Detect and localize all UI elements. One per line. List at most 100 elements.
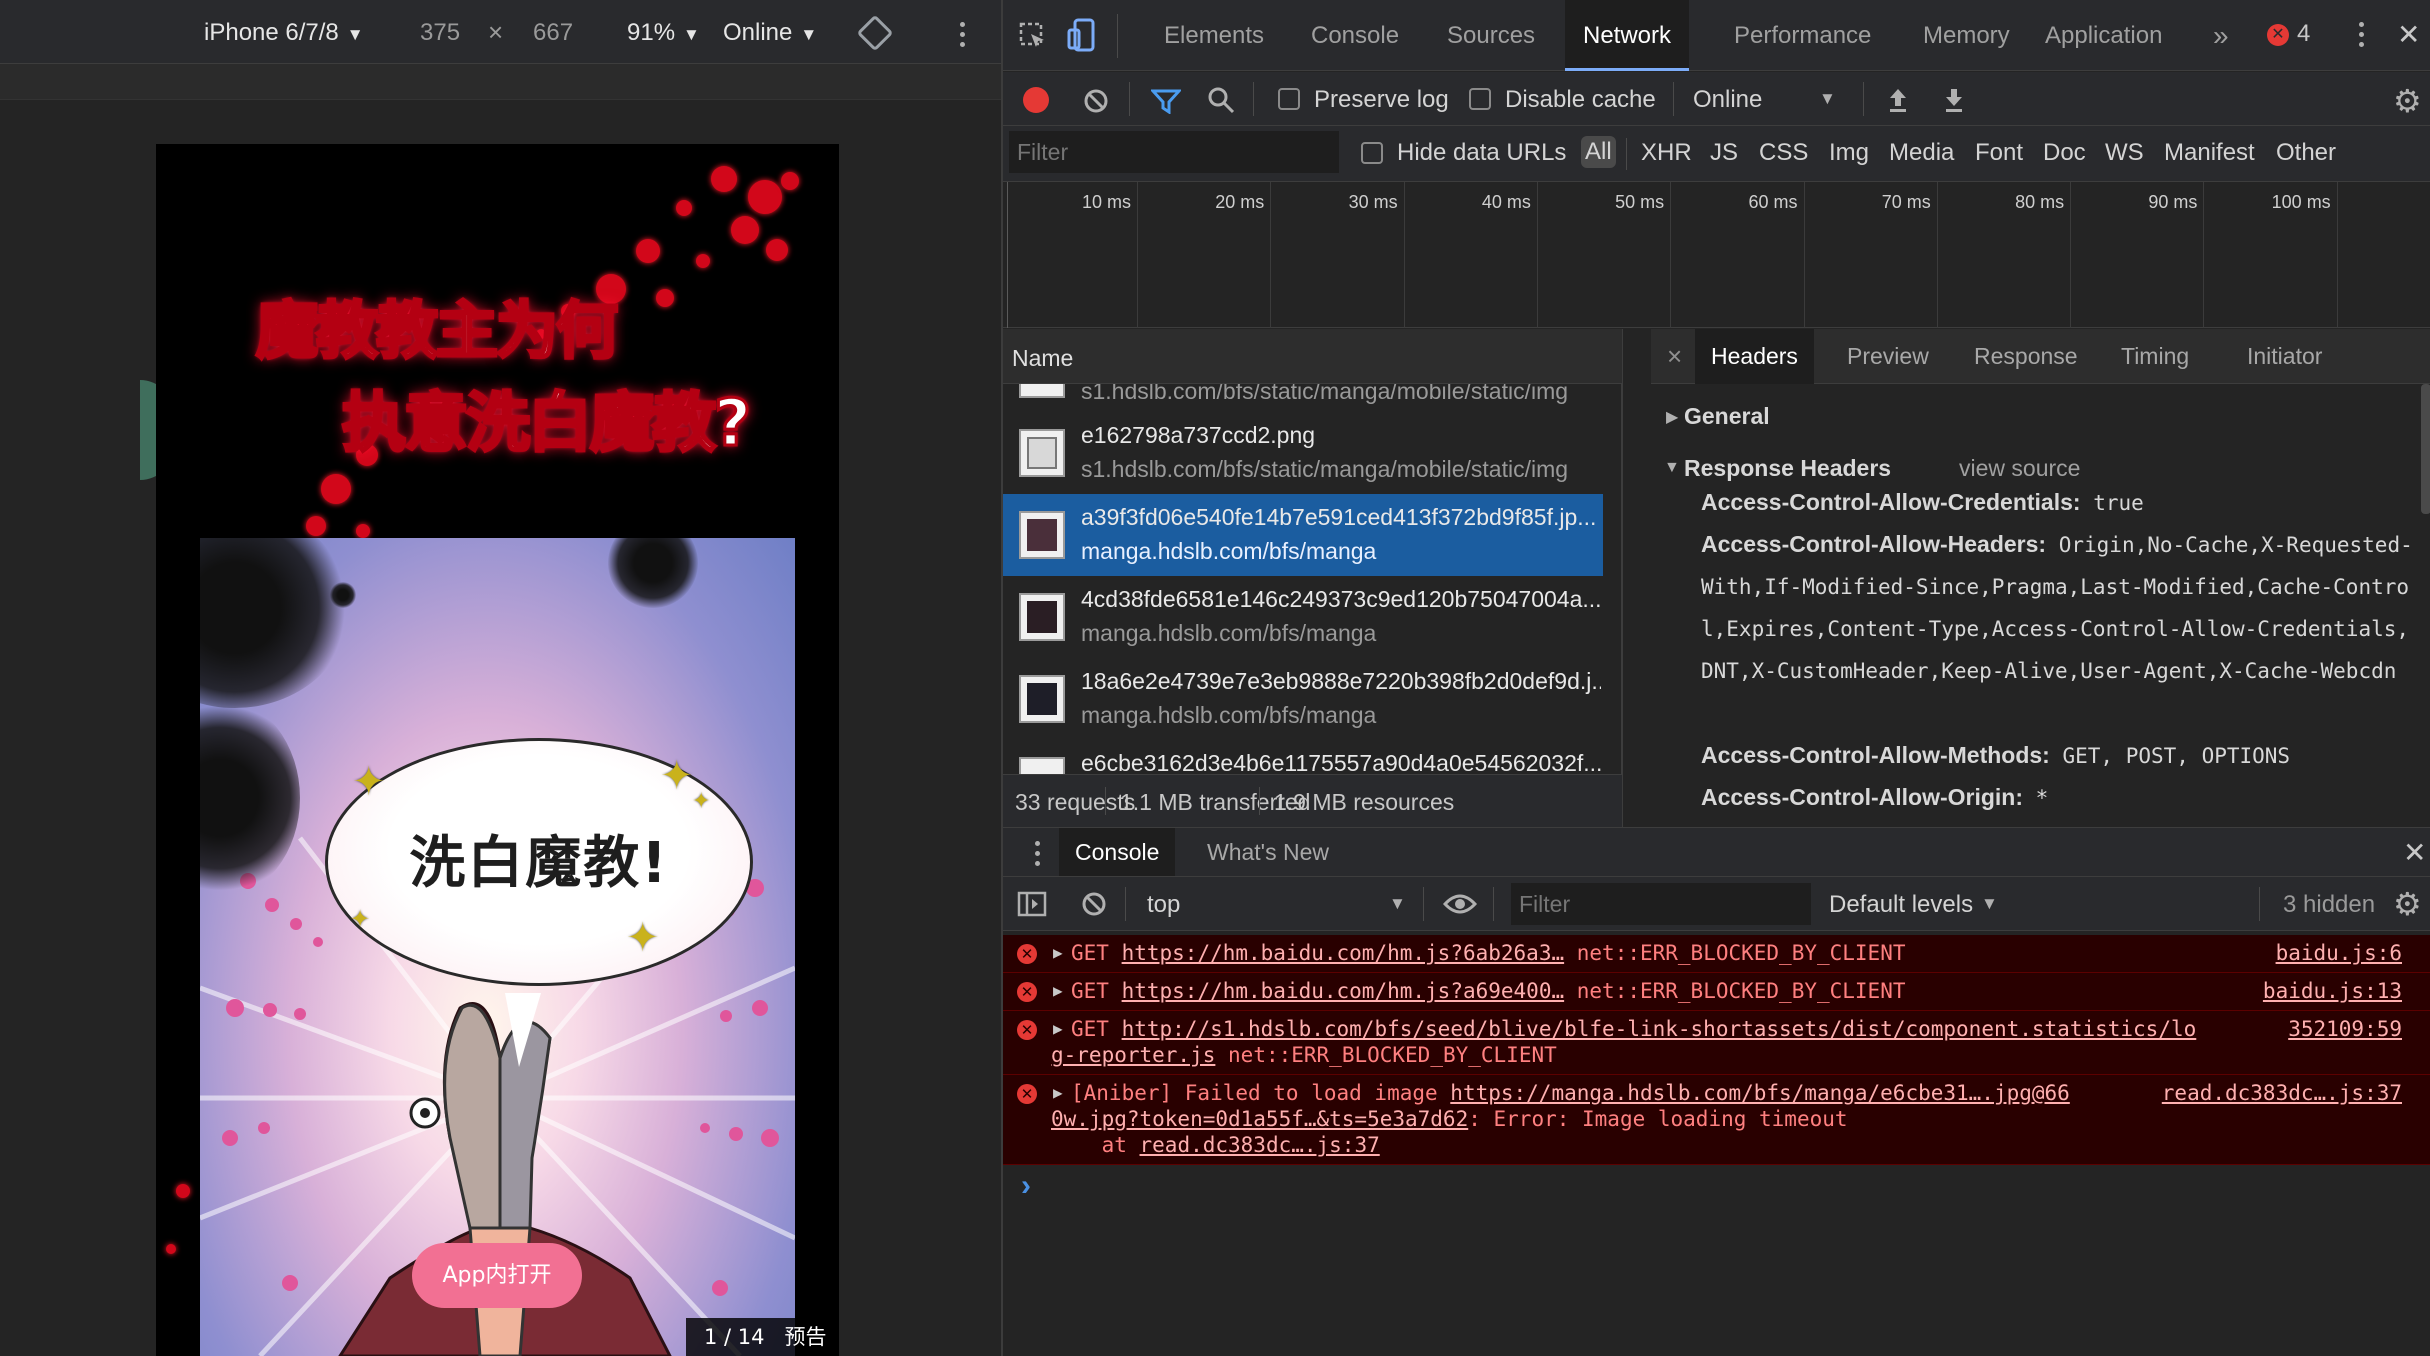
expand-triangle-icon[interactable]: ▶ <box>1053 1019 1063 1038</box>
tab-network[interactable]: Network <box>1565 0 1690 71</box>
request-row[interactable]: 18a6e2e4739e7e3eb9888e7220b398fb2d0def9d… <box>1003 658 1603 740</box>
context-select[interactable]: top <box>1147 891 1180 919</box>
drawer-menu-icon[interactable] <box>1035 841 1041 871</box>
filter-type-css[interactable]: CSS <box>1759 139 1808 167</box>
filter-type-ws[interactable]: WS <box>2105 139 2144 167</box>
request-row-selected[interactable]: a39f3fd06e540fe14b7e591ced413f372bd9f85f… <box>1003 494 1603 576</box>
request-list-scrollbar[interactable] <box>1621 384 1622 774</box>
separator <box>1863 82 1864 116</box>
console-error-message[interactable]: ✕ ▶ GET https://hm.baidu.com/hm.js?6ab26… <box>1003 935 2430 973</box>
tab-response[interactable]: Response <box>1958 329 2094 384</box>
tab-initiator[interactable]: Initiator <box>2231 329 2338 384</box>
clear-console-icon[interactable] <box>1081 891 1107 917</box>
more-options-icon[interactable] <box>960 22 966 52</box>
drawer-tab-whats-new[interactable]: What's New <box>1191 828 1345 876</box>
filter-type-doc[interactable]: Doc <box>2043 139 2086 167</box>
message-url-link[interactable]: https://manga.hdslb.com/bfs/manga/e6cbe3… <box>1450 1081 2070 1105</box>
show-sidebar-icon[interactable] <box>1017 891 1047 917</box>
width-input[interactable]: 375 <box>420 19 460 47</box>
filter-type-img[interactable]: Img <box>1829 139 1869 167</box>
filter-type-xhr[interactable]: XHR <box>1641 139 1692 167</box>
stack-source-link[interactable]: read.dc383dc….js:37 <box>1140 1133 1380 1157</box>
filter-type-media[interactable]: Media <box>1889 139 1954 167</box>
tab-sources[interactable]: Sources <box>1429 0 1553 71</box>
tab-console[interactable]: Console <box>1293 0 1417 71</box>
preserve-log-checkbox[interactable] <box>1278 88 1300 110</box>
live-expression-eye-icon[interactable] <box>1443 894 1477 914</box>
view-source-link[interactable]: view source <box>1959 455 2080 482</box>
device-toolbar-icon[interactable] <box>1067 18 1097 52</box>
close-drawer-icon[interactable]: ✕ <box>2403 836 2426 869</box>
collapse-triangle-icon[interactable]: ▼ <box>1664 459 1680 477</box>
message-url-link[interactable]: 0w.jpg?token=0d1a55f…&ts=5e3a7d62 <box>1051 1107 1468 1131</box>
tab-headers[interactable]: Headers <box>1695 329 1814 384</box>
message-source-link[interactable]: baidu.js:13 <box>2263 978 2402 1004</box>
request-row-partial[interactable]: s1.hdslb.com/bfs/static/manga/mobile/sta… <box>1003 384 1603 412</box>
message-source-link[interactable]: 352109:59 <box>2288 1016 2402 1042</box>
open-in-app-button[interactable]: App内打开 <box>412 1243 582 1308</box>
search-icon[interactable] <box>1207 86 1235 114</box>
network-settings-gear-icon[interactable]: ⚙ <box>2393 82 2422 120</box>
console-error-message[interactable]: ✕ ▶ GET http://s1.hdslb.com/bfs/seed/bli… <box>1003 1011 2430 1075</box>
hide-data-urls-checkbox[interactable] <box>1361 142 1383 164</box>
request-row[interactable]: e162798a737ccd2.png s1.hdslb.com/bfs/sta… <box>1003 412 1603 494</box>
tab-application[interactable]: Application <box>2027 0 2180 71</box>
message-url-link[interactable]: https://hm.baidu.com/hm.js?6ab26a3… <box>1122 941 1565 965</box>
expand-triangle-icon[interactable]: ▶ <box>1666 407 1678 427</box>
expand-triangle-icon[interactable]: ▶ <box>1053 943 1063 962</box>
customize-devtools-icon[interactable] <box>2359 22 2365 52</box>
console-filter-input[interactable] <box>1511 883 1811 925</box>
export-har-icon[interactable] <box>1943 86 1965 114</box>
tab-preview[interactable]: Preview <box>1831 329 1945 384</box>
error-icon: ✕ <box>1017 982 1037 1002</box>
tab-elements[interactable]: Elements <box>1146 0 1282 71</box>
response-headers-section[interactable]: Response Headers <box>1684 455 1891 482</box>
message-url-link[interactable]: g-reporter.js <box>1051 1043 1215 1067</box>
error-count[interactable]: 4 <box>2297 20 2310 48</box>
device-select[interactable]: iPhone 6/7/8 ▼ <box>204 19 364 47</box>
console-error-message[interactable]: ✕ ▶ GET https://hm.baidu.com/hm.js?a69e4… <box>1003 973 2430 1011</box>
filter-type-font[interactable]: Font <box>1975 139 2023 167</box>
name-column-header[interactable]: Name <box>1003 329 1622 384</box>
inspect-element-icon[interactable] <box>1019 22 1047 50</box>
clear-icon[interactable] <box>1083 88 1109 114</box>
record-icon[interactable] <box>1023 87 1049 113</box>
filter-type-all[interactable]: All <box>1581 136 1616 168</box>
tab-timing[interactable]: Timing <box>2105 329 2205 384</box>
network-filter-input[interactable] <box>1009 131 1339 173</box>
request-row-partial[interactable]: e6cbe3162d3e4b6e1175557a90d4a0e54562032f… <box>1003 740 1603 774</box>
general-section[interactable]: General <box>1684 403 1770 430</box>
console-prompt-icon[interactable]: › <box>1021 1169 1031 1203</box>
message-url-link[interactable]: http://s1.hdslb.com/bfs/seed/blive/blfe-… <box>1122 1017 2197 1041</box>
caret-down-icon[interactable]: ▼ <box>1981 894 1998 914</box>
more-tabs-icon[interactable]: » <box>2195 0 2247 71</box>
filter-type-manifest[interactable]: Manifest <box>2164 139 2255 167</box>
caret-down-icon[interactable]: ▼ <box>1819 89 1836 109</box>
close-detail-icon[interactable]: × <box>1651 329 1698 384</box>
drawer-tab-console[interactable]: Console <box>1059 828 1176 876</box>
message-url-link[interactable]: https://hm.baidu.com/hm.js?a69e400… <box>1122 979 1565 1003</box>
detail-scrollbar[interactable] <box>2421 384 2430 514</box>
rotate-icon[interactable] <box>856 14 894 52</box>
tab-performance[interactable]: Performance <box>1716 0 1889 71</box>
message-source-link[interactable]: read.dc383dc….js:37 <box>2162 1080 2402 1106</box>
console-settings-gear-icon[interactable]: ⚙ <box>2393 885 2422 923</box>
message-source-link[interactable]: baidu.js:6 <box>2276 940 2402 966</box>
console-error-message[interactable]: ✕ ▶ [Aniber] Failed to load image https:… <box>1003 1075 2430 1165</box>
filter-type-js[interactable]: JS <box>1710 139 1738 167</box>
height-input[interactable]: 667 <box>533 19 573 47</box>
expand-triangle-icon[interactable]: ▶ <box>1053 1083 1063 1102</box>
caret-down-icon[interactable]: ▼ <box>1389 894 1406 914</box>
import-har-icon[interactable] <box>1887 86 1909 114</box>
throttle-select[interactable]: Online <box>1693 86 1762 114</box>
zoom-select[interactable]: 91% ▼ <box>627 19 700 47</box>
network-throttle-select[interactable]: Online ▼ <box>723 19 817 47</box>
filter-type-other[interactable]: Other <box>2276 139 2336 167</box>
close-devtools-icon[interactable]: ✕ <box>2397 18 2420 51</box>
tab-memory[interactable]: Memory <box>1905 0 2028 71</box>
request-row[interactable]: 4cd38fde6581e146c249373c9ed120b75047004a… <box>1003 576 1603 658</box>
expand-triangle-icon[interactable]: ▶ <box>1053 981 1063 1000</box>
filter-icon[interactable] <box>1151 88 1181 114</box>
disable-cache-checkbox[interactable] <box>1469 88 1491 110</box>
log-levels-select[interactable]: Default levels <box>1829 891 1973 919</box>
